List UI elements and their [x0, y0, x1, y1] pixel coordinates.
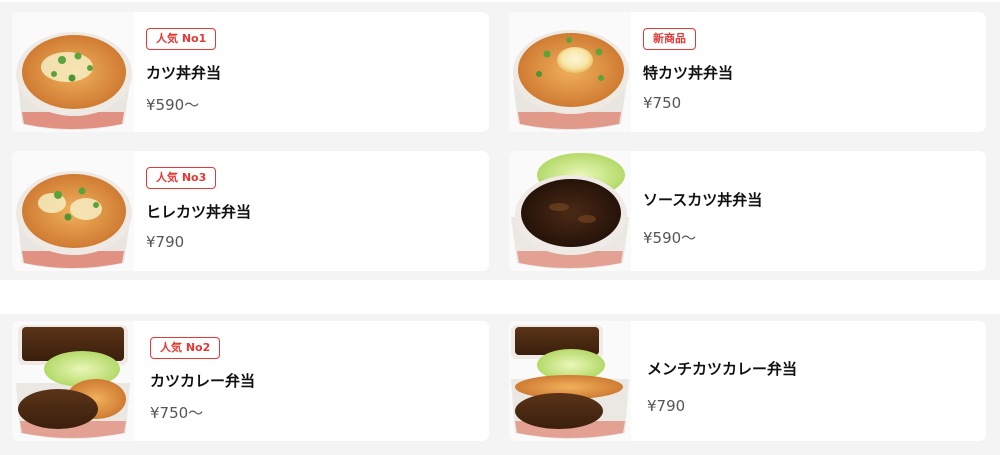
item-price: ¥790: [146, 233, 185, 251]
item-price: ¥750〜: [150, 404, 204, 422]
item-price: ¥750: [643, 94, 682, 112]
popularity-badge: 人気 No2: [150, 337, 221, 359]
katsudon-photo: [12, 12, 134, 132]
menu-card-katsudon[interactable]: 人気 No1 カツ丼弁当 ¥590〜: [12, 12, 489, 132]
item-price: ¥590〜: [643, 229, 697, 247]
item-name: カツ丼弁当: [146, 64, 222, 82]
item-name: メンチカツカレー弁当: [647, 360, 798, 378]
item-price: ¥590〜: [146, 96, 200, 114]
menu-card-menchi-katsu-curry[interactable]: メンチカツカレー弁当 ¥790: [509, 321, 986, 441]
sauce-katsudon-photo: [509, 151, 631, 271]
menchi-katsu-curry-photo: [509, 321, 631, 441]
special-katsudon-photo: [509, 12, 631, 132]
item-name: カツカレー弁当: [150, 372, 256, 390]
menu-card-hire-katsudon[interactable]: 人気 No3 ヒレカツ丼弁当 ¥790: [12, 151, 489, 271]
menu-card-katsu-curry[interactable]: 人気 No2 カツカレー弁当 ¥750〜: [12, 321, 489, 441]
hire-katsudon-photo: [12, 151, 134, 271]
menu-section-donburi: 人気 No1 カツ丼弁当 ¥590〜 新商品 特カツ丼弁当 ¥750 人気 No…: [0, 2, 1000, 280]
popularity-badge: 人気 No1: [146, 28, 217, 50]
item-name: ヒレカツ丼弁当: [146, 203, 252, 221]
popularity-badge: 人気 No3: [146, 167, 217, 189]
item-price: ¥790: [647, 397, 686, 415]
katsu-curry-photo: [12, 321, 134, 441]
item-name: 特カツ丼弁当: [643, 64, 734, 82]
menu-card-special-katsudon[interactable]: 新商品 特カツ丼弁当 ¥750: [509, 12, 986, 132]
menu-section-curry: 人気 No2 カツカレー弁当 ¥750〜 メンチカツカレー弁当 ¥790: [0, 314, 1000, 455]
menu-card-sauce-katsudon[interactable]: ソースカツ丼弁当 ¥590〜: [509, 151, 986, 271]
item-name: ソースカツ丼弁当: [643, 191, 763, 209]
new-item-badge: 新商品: [643, 28, 696, 50]
